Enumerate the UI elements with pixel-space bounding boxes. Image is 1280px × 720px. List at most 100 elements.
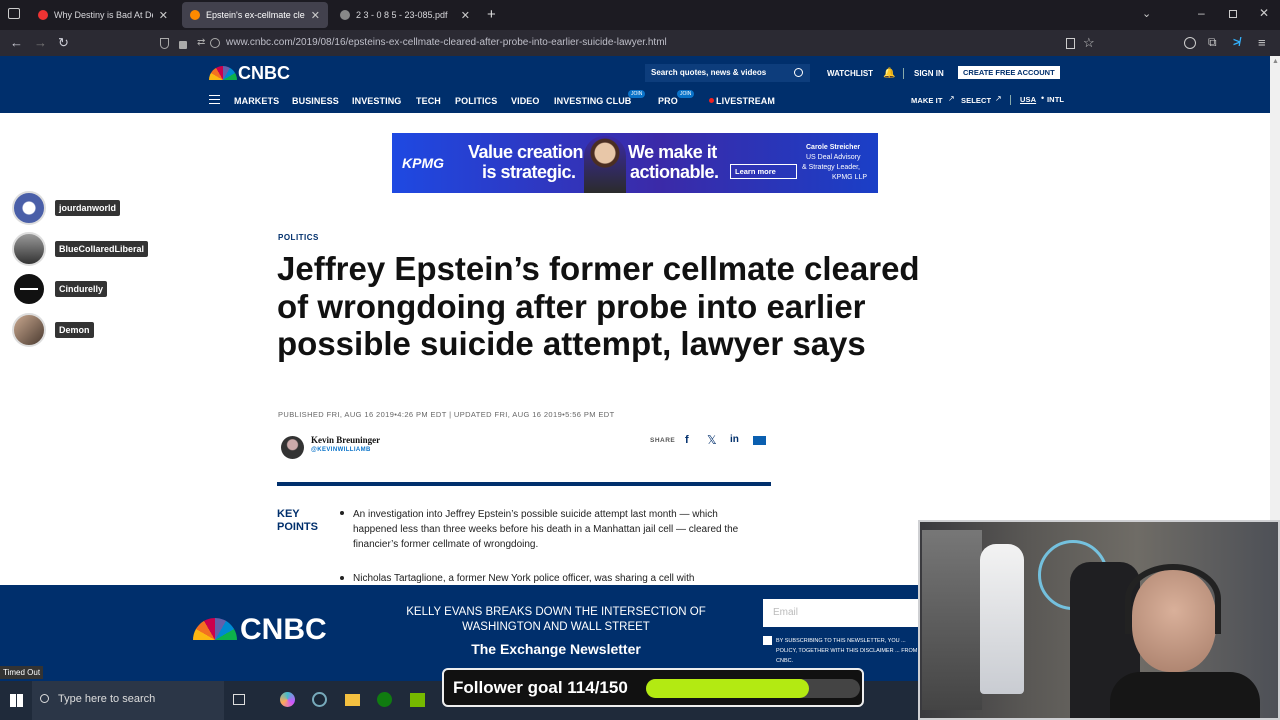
watchlist-link[interactable]: WATCHLIST (827, 69, 873, 78)
xbox-icon[interactable] (377, 692, 392, 707)
browser-nav-bar: ← → ↻ ⇄ www.cnbc.com/2019/08/16/epsteins… (0, 30, 1280, 56)
search-icon[interactable] (794, 68, 803, 77)
newsletter-title: The Exchange Newsletter (471, 641, 641, 657)
follower-goal-fill (646, 679, 809, 698)
linkedin-icon[interactable]: in (730, 434, 739, 445)
taskbar-search-input[interactable]: Type here to search (32, 681, 224, 720)
edition-usa[interactable]: USA (1020, 95, 1036, 104)
ad-text: actionable. (630, 162, 719, 182)
nav-livestream[interactable]: LIVESTREAM (716, 96, 775, 106)
file-explorer-icon[interactable] (345, 694, 360, 706)
lock-icon[interactable] (179, 41, 187, 49)
x-twitter-icon[interactable]: 𝕏 (707, 433, 717, 447)
nav-pro[interactable]: PRO (658, 96, 678, 106)
email-field[interactable]: Email (763, 599, 920, 627)
avatar (12, 313, 46, 347)
reload-icon[interactable]: ↻ (58, 34, 69, 52)
page-scrollbar[interactable]: ▲ (1270, 56, 1280, 585)
nav-make-it[interactable]: MAKE IT (911, 96, 943, 105)
tab-destiny[interactable]: Why Destiny is Bad At Debating ✕ (30, 2, 176, 28)
extensions-icon[interactable]: ⧉ (1208, 35, 1217, 50)
chat-username: jourdanworld (55, 200, 120, 216)
nav-tech[interactable]: TECH (416, 96, 441, 106)
search-input[interactable]: Search quotes, news & videos (645, 64, 810, 82)
nav-select[interactable]: SELECT (961, 96, 991, 105)
ad-person-role: US Deal Advisory (806, 154, 861, 161)
cnbc-logo[interactable]: CNBC (238, 63, 290, 84)
pdf-globe-icon (340, 10, 350, 20)
join-badge: JOIN (677, 90, 695, 98)
reader-view-icon[interactable] (1066, 38, 1075, 49)
section-label[interactable]: POLITICS (278, 233, 319, 242)
ad-person-role: KPMG LLP (832, 174, 868, 181)
divider (903, 68, 904, 79)
menu-icon[interactable]: ≡ (1258, 35, 1266, 50)
consent-checkbox[interactable] (763, 636, 772, 645)
minimize-icon[interactable]: – (1198, 6, 1205, 20)
windows-start-icon[interactable] (10, 694, 23, 707)
key-points-label: KEY POINTS (277, 508, 318, 533)
account-icon[interactable] (1184, 37, 1196, 49)
browser-tab-bar: Why Destiny is Bad At Debating ✕ Epstein… (0, 0, 1280, 30)
create-account-button[interactable]: CREATE FREE ACCOUNT (958, 66, 1060, 79)
email-share-icon[interactable] (753, 436, 766, 445)
external-link-icon: ↗ (948, 94, 955, 103)
timed-out-label: Timed Out (0, 666, 44, 679)
chat-username: BlueCollaredLiberal (55, 241, 149, 257)
author-handle[interactable]: @KEVINWILLIAMB (311, 447, 371, 453)
nvidia-icon[interactable] (410, 693, 425, 707)
external-link-icon: ↗ (995, 94, 1002, 103)
tracking-icon[interactable] (210, 38, 220, 48)
key-points-rule (277, 482, 771, 486)
follower-goal-widget: Follower goal 114/150 (442, 668, 864, 707)
steam-icon[interactable] (312, 692, 327, 707)
key-point: An investigation into Jeffrey Epstein’s … (353, 509, 739, 550)
hamburger-menu-icon[interactable] (209, 95, 220, 104)
ad-person-image (584, 136, 626, 193)
nav-politics[interactable]: POLITICS (455, 96, 497, 106)
divider (1010, 95, 1011, 105)
facebook-icon[interactable]: f (685, 434, 689, 446)
nav-investing[interactable]: INVESTING (352, 96, 401, 106)
address-bar[interactable]: www.cnbc.com/2019/08/16/epsteins-ex-cell… (226, 37, 667, 48)
tab-list-icon[interactable] (8, 8, 20, 19)
nav-investing-club[interactable]: INVESTING CLUB (554, 96, 631, 106)
author-avatar[interactable] (281, 436, 304, 459)
cnbc-header: CNBC Search quotes, news & videos WATCHL… (0, 56, 1270, 113)
ad-person-role: & Strategy Leader, (802, 164, 860, 171)
article-headline: Jeffrey Epstein’s former cellmate cleare… (277, 250, 920, 362)
chevron-down-icon[interactable]: ⌄ (1142, 7, 1151, 20)
copilot-icon[interactable] (280, 692, 295, 707)
permissions-icon[interactable]: ⇄ (197, 37, 205, 48)
close-window-icon[interactable]: ✕ (1259, 6, 1269, 20)
back-icon[interactable]: ← (10, 34, 23, 52)
restore-icon[interactable] (1229, 10, 1237, 18)
follower-goal-progress (646, 679, 860, 698)
chat-username: Cindurelly (55, 281, 108, 297)
nav-video[interactable]: VIDEO (511, 96, 540, 106)
new-tab-icon[interactable]: + (487, 6, 496, 23)
edition-intl[interactable]: INTL (1047, 95, 1064, 104)
kpmg-ad-banner[interactable]: KPMG Value creation is strategic. We mak… (392, 133, 878, 193)
bookmark-star-icon[interactable]: ☆ (1083, 35, 1095, 51)
forward-icon[interactable]: → (34, 34, 47, 52)
dot-separator: • (1041, 93, 1045, 103)
ad-cta-button[interactable]: Learn more (730, 164, 797, 179)
nav-markets[interactable]: MARKETS (234, 96, 279, 106)
shield-icon[interactable] (160, 38, 169, 49)
sign-in-link[interactable]: SIGN IN (914, 69, 944, 78)
scroll-up-icon[interactable]: ▲ (1272, 58, 1279, 65)
author-name[interactable]: Kevin Breuninger (311, 435, 380, 445)
close-tab-icon[interactable]: ✕ (461, 9, 470, 22)
tab-pdf[interactable]: 2 3 - 0 8 5 - 23-085.pdf ✕ (332, 2, 478, 28)
bell-icon[interactable]: 🔔 (883, 68, 895, 79)
task-view-icon[interactable] (233, 694, 245, 705)
avatar (12, 191, 46, 225)
avatar (12, 272, 46, 306)
tab-cnbc[interactable]: Epstein's ex-cellmate cleared af ✕ (182, 2, 328, 28)
close-tab-icon[interactable]: ✕ (159, 9, 168, 22)
close-tab-icon[interactable]: ✕ (311, 9, 320, 22)
extension-icon[interactable]: ≯ (1233, 35, 1240, 49)
nav-business[interactable]: BUSINESS (292, 96, 339, 106)
newsletter-banner: CNBC KELLY EVANS BREAKS DOWN THE INTERSE… (0, 585, 920, 681)
